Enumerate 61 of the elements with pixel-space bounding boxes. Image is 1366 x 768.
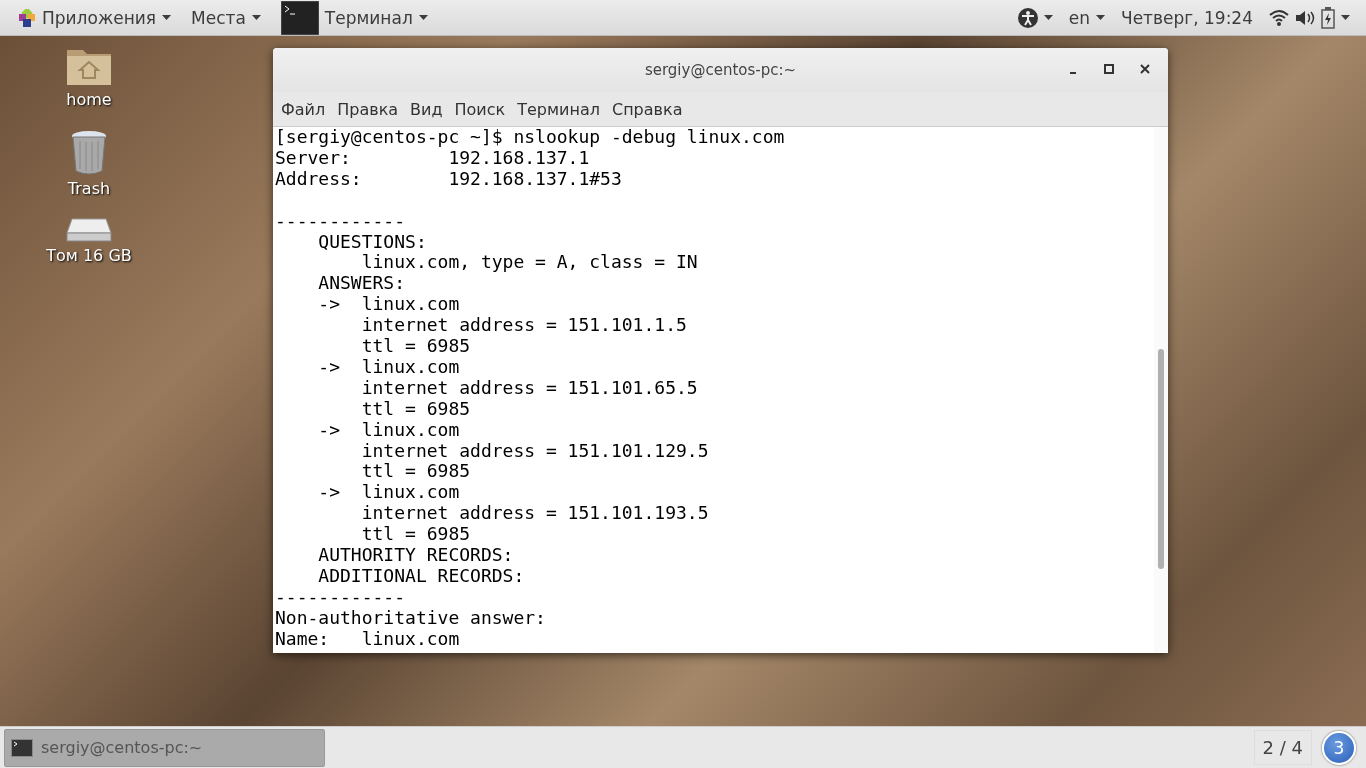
terminal-line: ANSWERS: [317, 273, 407, 295]
terminal-line: ------------ [275, 586, 407, 608]
terminal-line: ------------ [275, 210, 407, 232]
battery-icon[interactable] [1321, 6, 1335, 29]
desktop-icon-label[interactable]: home [66, 90, 112, 109]
panel-menu[interactable]: Терминал [270, 0, 438, 36]
menu-label: Терминал [324, 7, 413, 28]
terminal-icon [11, 738, 33, 757]
caret-icon [162, 15, 172, 20]
terminal-line: Non-authoritative answer: [275, 607, 547, 629]
panel-menu[interactable]: Места [181, 0, 271, 36]
terminal-line: internet address = 151.101.1.5 [360, 315, 688, 337]
panel-menu[interactable]: Приложения [8, 0, 182, 36]
scrollbar[interactable] [1154, 127, 1168, 653]
terminal-line: internet address = 151.101.65.5 [360, 377, 699, 399]
close-icon[interactable] [1140, 64, 1150, 74]
volume-icon[interactable] [1295, 8, 1315, 27]
terminal-line: -> linux.com [317, 356, 461, 378]
menu-item[interactable]: Терминал [511, 99, 606, 119]
window-title: sergiy@centos-pc:~ [644, 61, 797, 79]
maximize-icon[interactable] [1104, 64, 1114, 74]
terminal-line: Name: linux.com [275, 628, 461, 650]
terminal-line: ADDITIONAL RECORDS: [317, 566, 526, 587]
apps-logo-icon [18, 8, 36, 27]
caret-icon [418, 15, 428, 20]
desktop-icon-label[interactable]: Trash [67, 179, 111, 198]
language-indicator[interactable]: en [1068, 7, 1090, 28]
terminal-line: ttl = 6985 [360, 461, 472, 483]
clock[interactable]: Четверг, 19:24 [1121, 7, 1253, 28]
menu-item[interactable]: Файл [275, 99, 332, 119]
desktop-icon-label[interactable]: Том 16 GB [46, 246, 132, 265]
workspace-indicator[interactable]: 2 / 4 [1253, 730, 1312, 765]
wifi-icon[interactable] [1269, 8, 1289, 27]
caret-icon [251, 15, 261, 20]
terminal-line: -> linux.com [317, 294, 461, 316]
terminal-line: QUESTIONS: [317, 231, 428, 253]
terminal-line: [sergiy@centos-pc ~]$ nslookup -debug linux.com [275, 127, 786, 148]
terminal-line: internet address = 151.101.193.5 [360, 503, 710, 525]
terminal-line: internet address = 151.101.129.5 [360, 440, 710, 462]
terminal-line: ttl = 6985 [360, 398, 472, 420]
terminal-line: ttl = 6985 [360, 336, 472, 357]
terminal-line: AUTHORITY RECORDS: [317, 545, 515, 566]
menu-item[interactable]: Справка [605, 99, 689, 119]
terminal-line: ttl = 6985 [360, 524, 472, 546]
terminal-line: -> linux.com [317, 482, 461, 504]
drive-icon [66, 218, 112, 242]
menu-item[interactable]: Поиск [448, 99, 512, 119]
menu-label: Приложения [42, 7, 157, 28]
caret-icon [1096, 15, 1105, 20]
terminal-icon [280, 0, 319, 35]
accessibility-icon[interactable] [1017, 7, 1038, 28]
trash-icon [70, 129, 108, 175]
terminal-line: Server: 192.168.137.1 [275, 147, 590, 169]
caret-icon [1341, 15, 1350, 20]
terminal-line: -> linux.com [317, 419, 461, 441]
terminal-line: linux.com, type = A, class = IN [360, 252, 699, 274]
terminal-line: Address: 192.168.137.1#53 [275, 168, 623, 190]
caret-icon [1043, 15, 1053, 20]
menu-item[interactable]: Вид [404, 99, 449, 119]
menu-item[interactable]: Правка [331, 99, 405, 119]
menu-label: Места [191, 7, 246, 28]
